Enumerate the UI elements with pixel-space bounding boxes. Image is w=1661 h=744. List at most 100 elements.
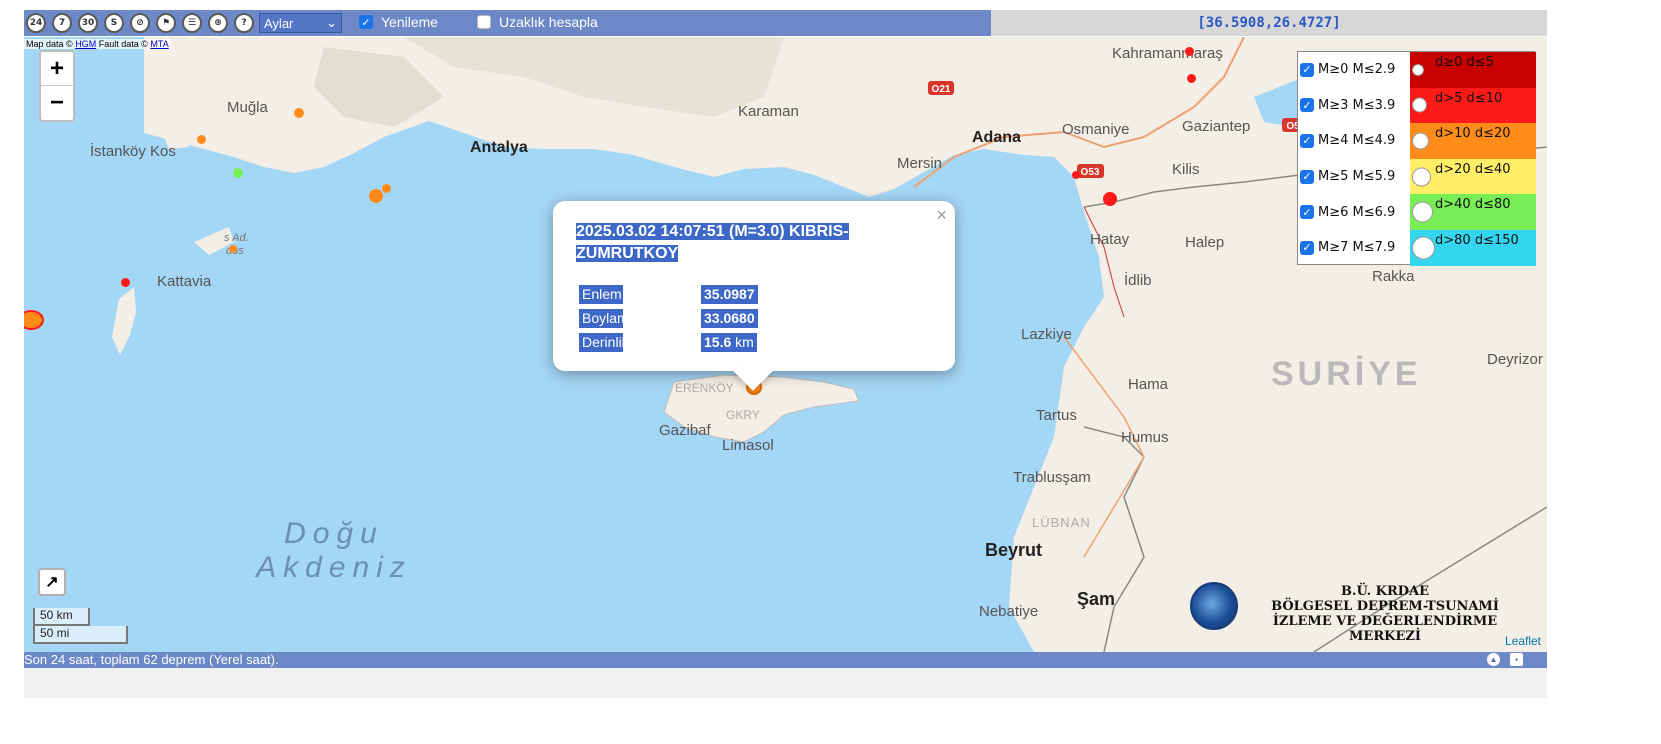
- magnitude-label: M≥6 M≤6.9: [1318, 204, 1396, 220]
- place-lazkiye: Lazkiye: [1021, 326, 1072, 343]
- place-deyrizor: Deyrizor: [1487, 351, 1543, 368]
- status-text: Son 24 saat, toplam 62 deprem (Yerel saa…: [24, 652, 279, 667]
- popup-value-text: 35.0987: [704, 286, 755, 302]
- magnitude-filter[interactable]: ✓ M≥5 M≤5.9: [1298, 159, 1410, 195]
- place-hama: Hama: [1128, 376, 1169, 393]
- popup-value-text: 15.6: [704, 334, 732, 350]
- place-osmaniye: Osmaniye: [1062, 121, 1130, 138]
- logo-line2: BÖLGESEL DEPREM-TSUNAMİ: [1271, 599, 1499, 614]
- refresh-checkbox[interactable]: ✓: [359, 15, 373, 29]
- magnitude-checkbox[interactable]: ✓: [1300, 205, 1314, 220]
- depth-label: d>40 d≤80: [1435, 197, 1511, 213]
- magnitude-label: M≥7 M≤7.9: [1318, 240, 1396, 256]
- earthquake-marker[interactable]: [233, 168, 243, 178]
- magnitude-checkbox[interactable]: ✓: [1300, 62, 1314, 77]
- place-antalya: Antalya: [470, 139, 528, 156]
- place-hatay: Hatay: [1090, 231, 1130, 248]
- krdae-logo: B.Ü. KRDAE BÖLGESEL DEPREM-TSUNAMİ İZLEM…: [1190, 582, 1530, 644]
- krdae-emblem-icon: [1190, 582, 1238, 630]
- leaflet-link[interactable]: Leaflet: [1505, 634, 1541, 648]
- magnitude-checkbox[interactable]: ✓: [1300, 98, 1314, 113]
- earthquake-marker[interactable]: [294, 108, 304, 118]
- popup-row-key: Enlem: [579, 285, 623, 304]
- magnitude-circle-icon: [1412, 97, 1427, 113]
- hgm-link[interactable]: HGM: [75, 39, 96, 49]
- zoom-in-button[interactable]: +: [41, 52, 73, 86]
- earthquake-marker[interactable]: [197, 135, 206, 144]
- legend-row: ✓ M≥0 M≤2.9 d≥0 d≤5: [1298, 52, 1536, 88]
- place-lubnan: LÜBNAN: [1032, 515, 1091, 530]
- locate-icon[interactable]: ⊕: [208, 13, 228, 33]
- magnitude-checkbox[interactable]: ✓: [1300, 240, 1314, 255]
- earthquake-marker[interactable]: [1072, 171, 1080, 179]
- earthquake-marker[interactable]: [229, 245, 237, 253]
- magnitude-filter[interactable]: ✓ M≥4 M≤4.9: [1298, 123, 1410, 159]
- depth-label: d>5 d≤10: [1435, 90, 1503, 106]
- magnitude-circle-icon: [1412, 63, 1424, 76]
- place-kattavia: Kattavia: [157, 273, 212, 290]
- sea-name-line1: Doğu: [284, 517, 384, 550]
- legend-row: ✓ M≥3 M≤3.9 d>5 d≤10: [1298, 87, 1536, 124]
- distance-checkbox[interactable]: [477, 15, 491, 29]
- place-humus: Humus: [1121, 429, 1169, 446]
- country-syria-label: SURİYE: [1271, 355, 1422, 393]
- collapse-icon[interactable]: ▲: [1487, 653, 1500, 666]
- last-24h-icon[interactable]: 24: [26, 13, 46, 33]
- magnitude-checkbox[interactable]: ✓: [1300, 133, 1314, 148]
- zoom-out-button[interactable]: −: [41, 86, 73, 120]
- search-s-icon[interactable]: S: [104, 13, 124, 33]
- magnitude-label: M≥0 M≤2.9: [1318, 62, 1396, 78]
- distance-label: Uzaklık hesapla: [499, 14, 598, 30]
- popup-row-value: 35.0987: [701, 285, 758, 304]
- popup-unit: km: [735, 334, 754, 350]
- magnitude-filter[interactable]: ✓ M≥6 M≤6.9: [1298, 194, 1410, 230]
- depth-legend-item: d>5 d≤10: [1410, 87, 1536, 124]
- close-icon[interactable]: ×: [936, 205, 947, 226]
- mta-link[interactable]: MTA: [150, 39, 168, 49]
- map-canvas[interactable]: O21 O53 O5 Muğla İstanköy Kos Antalya Ka…: [24, 37, 1547, 652]
- place-trablussam: Trablusşam: [1013, 469, 1091, 486]
- flag-icon[interactable]: ⚑: [156, 13, 176, 33]
- save-icon[interactable]: ▪: [1510, 653, 1523, 666]
- earthquake-popup: × 2025.03.02 14:07:51 (M=3.0) KIBRIS-ZUM…: [553, 201, 955, 391]
- toolbar-buttons: 24 7 30 S ⊘ ⚑ ☰ ⊕?: [26, 13, 254, 33]
- place-nebatiye: Nebatiye: [979, 603, 1039, 620]
- scale-bar-mi: 50 mi: [33, 626, 128, 644]
- place-rakka: Rakka: [1372, 268, 1415, 285]
- help-icon[interactable]: ?: [234, 13, 254, 33]
- zoom-control: + −: [39, 50, 75, 122]
- period-select[interactable]: Aylar ⌄: [259, 13, 342, 33]
- attribution-fault: Fault data ©: [98, 39, 148, 49]
- popup-title: 2025.03.02 14:07:51 (M=3.0) KIBRIS-ZUMRU…: [576, 221, 876, 265]
- place-kahramanmaras: Kahramanmaraş: [1112, 45, 1223, 62]
- earthquake-marker[interactable]: [1185, 47, 1194, 56]
- place-karaman: Karaman: [738, 103, 799, 120]
- fault-lines-icon[interactable]: ⊘: [130, 13, 150, 33]
- magnitude-filter[interactable]: ✓ M≥0 M≤2.9: [1298, 52, 1410, 88]
- earthquake-marker[interactable]: [1103, 192, 1117, 206]
- earthquake-marker[interactable]: [121, 278, 130, 287]
- distance-toggle[interactable]: Uzaklık hesapla: [477, 14, 598, 30]
- last-7-days-icon[interactable]: 7: [52, 13, 72, 33]
- depth-legend-item: d>80 d≤150: [1410, 230, 1536, 266]
- magnitude-filter[interactable]: ✓ M≥3 M≤3.9: [1298, 88, 1410, 124]
- scale-bar-km: 50 km: [33, 608, 90, 626]
- place-beyrut: Beyrut: [985, 540, 1043, 560]
- magnitude-filter[interactable]: ✓ M≥7 M≤7.9: [1298, 230, 1410, 266]
- refresh-toggle[interactable]: ✓ Yenileme: [359, 14, 438, 30]
- depth-label: d>80 d≤150: [1435, 233, 1519, 248]
- last-30-days-icon[interactable]: 30: [78, 13, 98, 33]
- earthquake-marker[interactable]: [369, 189, 383, 203]
- top-toolbar: 24 7 30 S ⊘ ⚑ ☰ ⊕? Aylar ⌄ ✓ Yenileme Uzaklık h…: [24, 10, 1547, 36]
- list-icon[interactable]: ☰: [182, 13, 202, 33]
- place-limasol: Limasol: [722, 437, 774, 454]
- magnitude-circle-icon: [1412, 132, 1429, 150]
- popup-row-key: Boylam: [579, 309, 629, 328]
- place-gazibaf: Gazibaf: [659, 422, 711, 439]
- expand-icon[interactable]: ↗: [38, 568, 66, 596]
- status-bar: Son 24 saat, toplam 62 deprem (Yerel saa…: [24, 652, 1547, 668]
- earthquake-marker[interactable]: [382, 184, 391, 193]
- earthquake-marker[interactable]: [1187, 74, 1196, 83]
- logo-line1: B.Ü. KRDAE: [1340, 584, 1430, 599]
- magnitude-checkbox[interactable]: ✓: [1300, 169, 1314, 184]
